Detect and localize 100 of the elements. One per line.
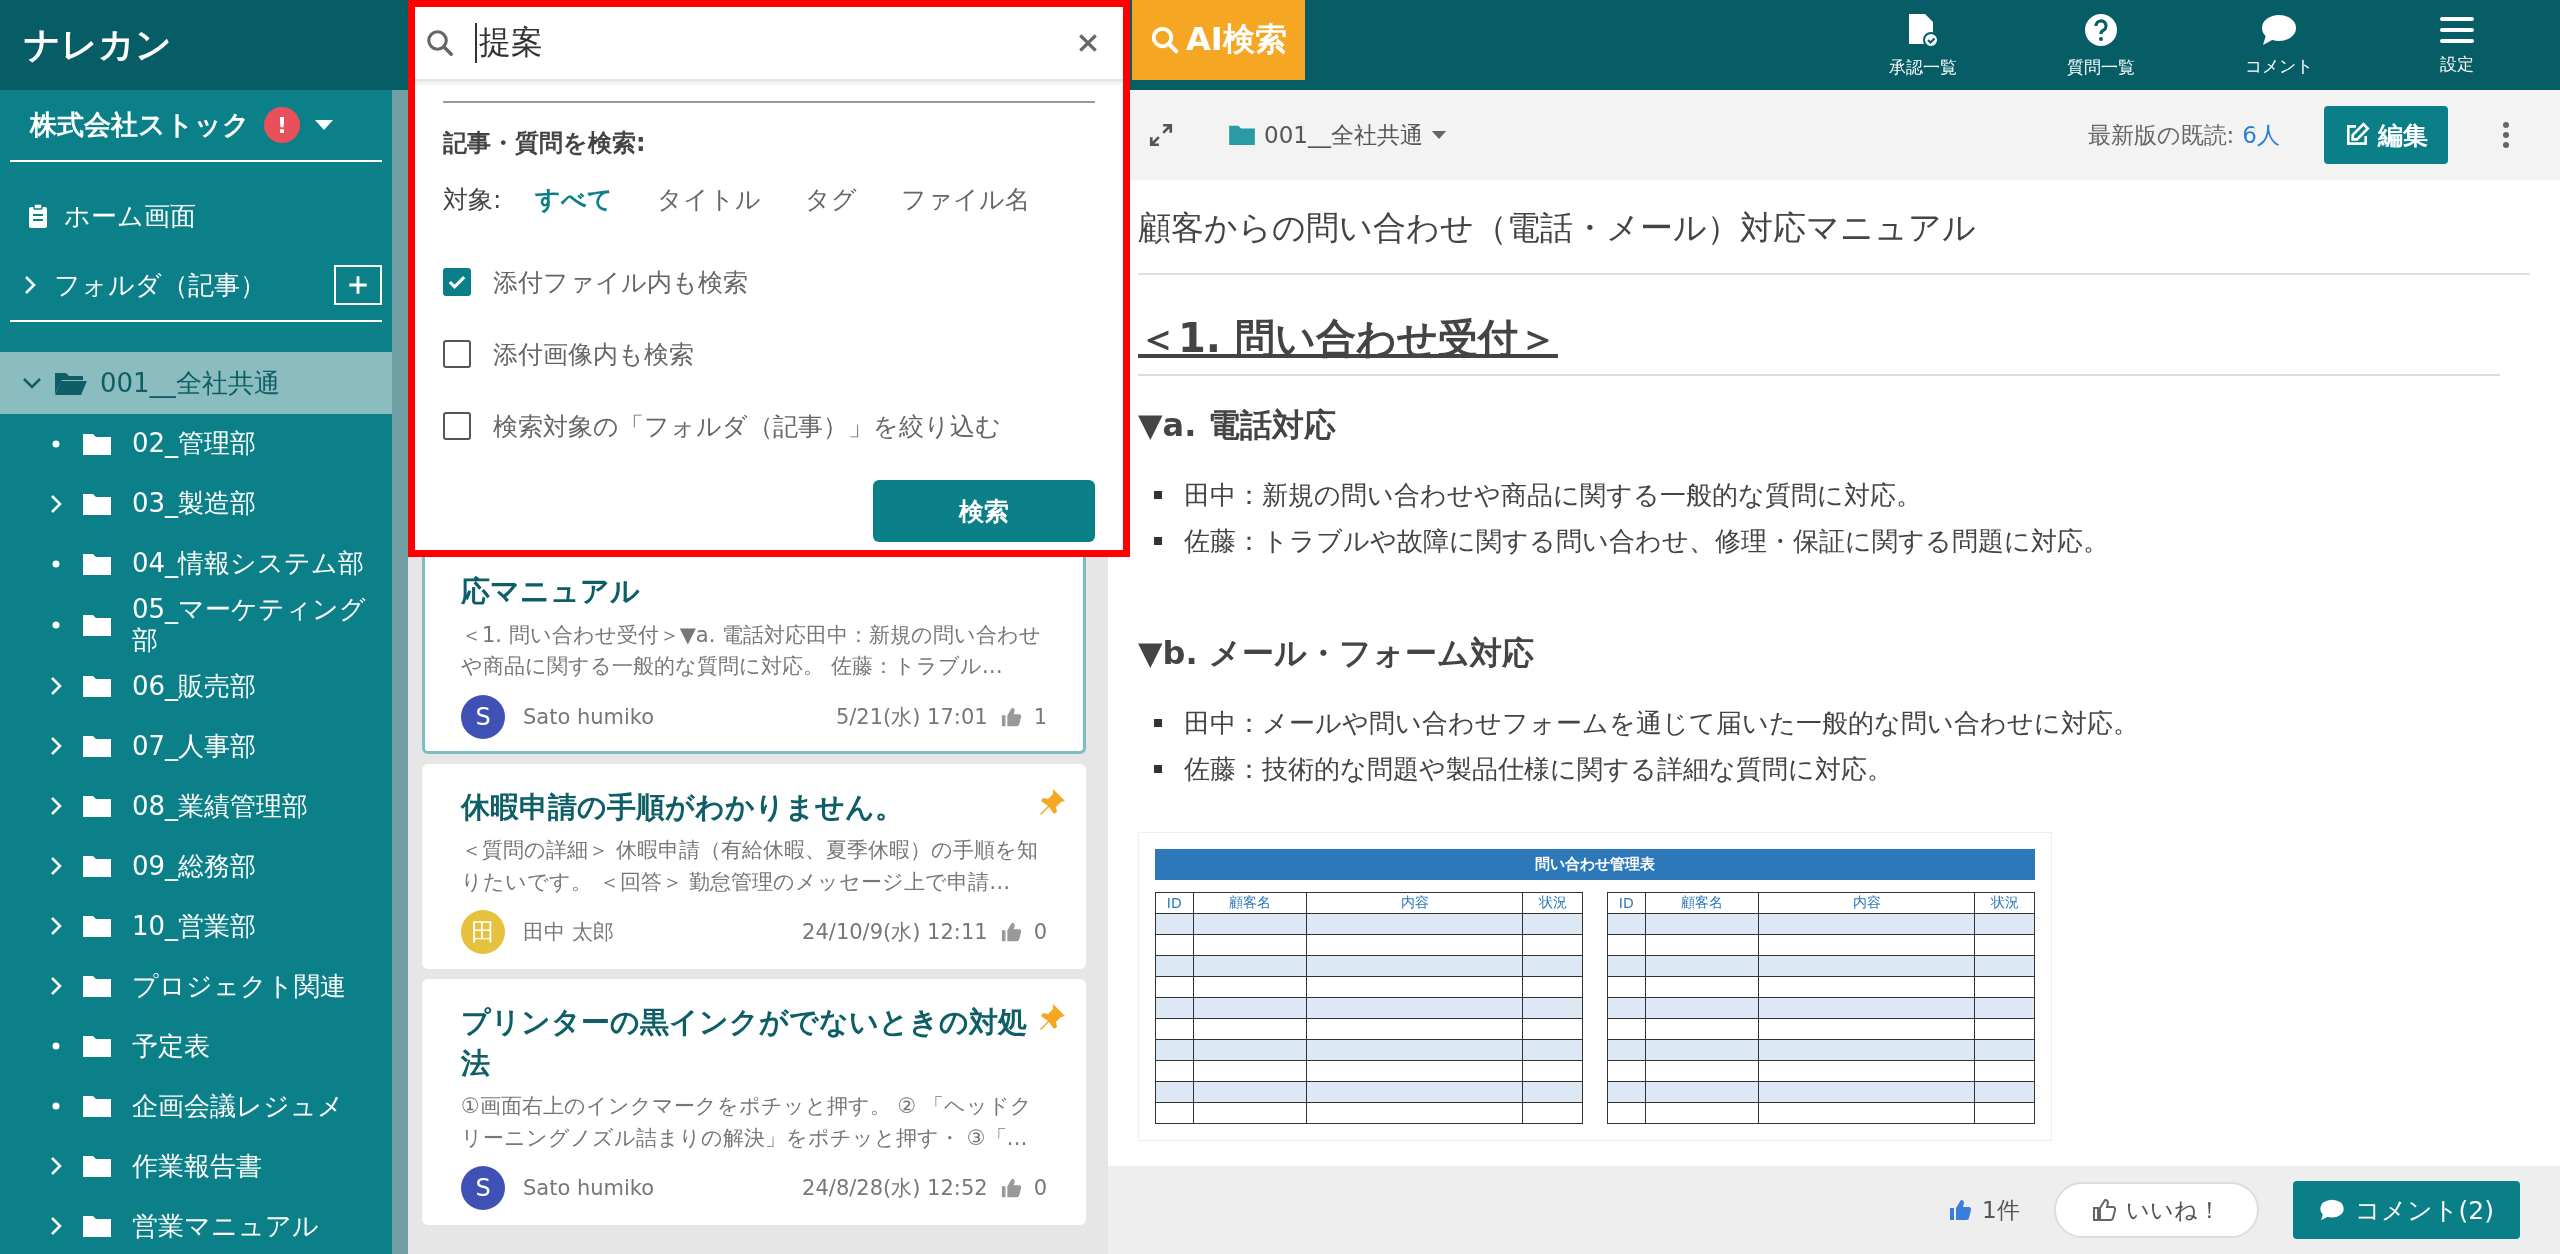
folder-icon [82, 854, 112, 879]
folder-item[interactable]: 04_情報システム部 [0, 534, 392, 594]
search-button[interactable]: 検索 [873, 480, 1095, 542]
folder-item[interactable]: 営業マニュアル [0, 1196, 392, 1254]
folder-breadcrumb[interactable]: 001__全社共通 [1228, 119, 1447, 151]
expand-icon[interactable] [1148, 122, 1174, 148]
column-header: 顧客名 [1645, 892, 1759, 914]
read-label: 最新版の既読: [2087, 120, 2235, 150]
like-button[interactable]: いいね！ [2053, 1182, 2259, 1238]
home-link[interactable]: ホーム画面 [64, 198, 196, 234]
chevron-icon[interactable] [50, 1216, 62, 1237]
folder-item[interactable]: 企画会議レジュメ [0, 1076, 392, 1137]
folder-section-label[interactable]: フォルダ（記事） [54, 267, 316, 303]
article-card[interactable]: 休暇申請の手順がわかりません。 ＜質問の詳細＞ 休暇申請（有給休暇、夏季休暇）の手順を知りたいです。 ＜回答＞ 勤怠管理のメッセージ上で申請… 田 田中 太郎 24/10/9(水) 12:11 0 [422, 763, 1086, 970]
chevron-icon[interactable] [50, 976, 62, 997]
article-title: 応マニュアル [461, 573, 640, 610]
folder-item[interactable]: 10_営業部 [0, 896, 392, 957]
edit-button[interactable]: 編集 [2324, 106, 2448, 164]
target-tab[interactable]: タグ [805, 183, 858, 216]
folder-item[interactable]: 06_販売部 [0, 656, 392, 717]
more-icon[interactable] [2502, 121, 2510, 149]
folder-item[interactable]: 05_マーケティング部 [0, 594, 392, 657]
chevron-icon[interactable] [24, 275, 36, 295]
plus-icon [347, 274, 369, 296]
author-name: 田中 太郎 [523, 919, 614, 947]
chevron-icon[interactable] [50, 736, 62, 757]
chevron-icon[interactable] [50, 494, 62, 514]
folder-item[interactable]: 07_人事部 [0, 716, 392, 777]
target-label: 対象: [443, 184, 502, 216]
list-item: 佐藤：トラブルや故障に関する問い合わせ、修理・保証に関する問題に対応。 [1184, 524, 2109, 558]
bullet-icon [1154, 491, 1162, 499]
bullet-icon [1154, 719, 1162, 727]
checkbox[interactable] [443, 412, 471, 440]
article-card[interactable]: プリンターの黒インクがでないときの対処法 ①画面右上のインクマークをポチッと押す。 ② 「ヘッドクリーニングノズル詰まりの解決」をポチッと押す・ ③「… S Sato humiko 24/8/28(水) 12:52 0 [422, 979, 1086, 1226]
column-header: 内容 [1306, 892, 1523, 914]
checkbox[interactable] [443, 340, 471, 368]
folder-item[interactable]: 08_業績管理部 [0, 776, 392, 837]
nav-button[interactable]: コメント [2204, 12, 2354, 78]
folder-item[interactable]: 02_管理部 [0, 414, 392, 474]
app-logo[interactable]: ナレカン [24, 23, 172, 65]
folder-item[interactable]: 作業報告書 [0, 1136, 392, 1197]
thumbs-up-icon [999, 1177, 1022, 1200]
caret-icon [1430, 130, 1447, 140]
folder-icon [82, 1154, 112, 1179]
folder-item[interactable]: 03_製造部 [0, 474, 392, 534]
read-count-link[interactable]: 6人 [2242, 119, 2280, 151]
column-header: ID [1155, 892, 1193, 914]
like-count: 0 [1033, 1176, 1047, 1201]
folder-icon [82, 613, 112, 638]
chevron-icon[interactable] [50, 1156, 62, 1177]
list-item: 田中：メールや問い合わせフォームを通じて届いた一般的な問い合わせに対応。 [1184, 706, 2139, 740]
folder-item[interactable]: 09_総務部 [0, 836, 392, 897]
folder-item[interactable]: 予定表 [0, 1016, 392, 1077]
subsection-heading: ▼b. メール・フォーム対応 [1138, 633, 1535, 674]
like-count: 0 [1033, 920, 1047, 945]
option-label: 添付ファイル内も検索 [493, 266, 748, 299]
article-title: 休暇申請の手順がわかりません。 [461, 788, 904, 826]
post-date: 5/21(水) 17:01 [835, 703, 988, 731]
search-heading: 記事・質問を検索: [443, 128, 647, 159]
option-label: 添付画像内も検索 [493, 338, 694, 371]
option-label: 検索対象の「フォルダ（記事）」を絞り込む [493, 410, 1001, 443]
nav-button[interactable]: 承認一覧 [1848, 11, 1998, 79]
document-check-icon [1907, 11, 1939, 48]
section-heading: ＜1. 問い合わせ受付＞ [1138, 275, 2500, 376]
article-excerpt: ＜質問の詳細＞ 休暇申請（有給休暇、夏季休暇）の手順を知りたいです。 ＜回答＞ 勤怠管理のメッセージ上で申請… [461, 837, 1039, 896]
folder-icon [82, 974, 112, 999]
avatar: S [461, 1166, 505, 1211]
thumbs-up-icon [999, 921, 1022, 944]
avatar: 田 [461, 910, 505, 955]
folder-icon [82, 794, 112, 819]
chevron-icon[interactable] [50, 796, 62, 817]
alert-badge: ! [264, 107, 300, 143]
thumbs-up-icon [1947, 1198, 1972, 1222]
company-name[interactable]: 株式会社ストック [30, 107, 250, 143]
close-icon[interactable] [1077, 32, 1099, 54]
nav-button[interactable]: 設定 [2382, 14, 2532, 76]
chevron-icon[interactable] [50, 856, 62, 877]
caret-icon[interactable] [314, 119, 334, 131]
checkbox[interactable] [443, 268, 471, 296]
avatar: S [461, 694, 505, 739]
post-date: 24/8/28(水) 12:52 [802, 1175, 988, 1203]
add-folder-button[interactable] [334, 265, 382, 305]
bullet-icon [1154, 537, 1162, 545]
column-header: 内容 [1758, 892, 1975, 914]
target-tab[interactable]: すべて [535, 183, 614, 216]
target-tab[interactable]: タイトル [657, 183, 762, 216]
folder-item[interactable]: 001__全社共通 [0, 352, 392, 414]
comment-button[interactable]: コメント(2) [2292, 1181, 2520, 1239]
target-tab[interactable]: ファイル名 [901, 183, 1031, 216]
folder-icon [82, 552, 112, 576]
folder-icon [82, 674, 112, 699]
chevron-icon[interactable] [22, 376, 42, 390]
thumbs-up-icon [2091, 1198, 2116, 1222]
chevron-icon[interactable] [50, 916, 62, 937]
folder-item[interactable]: プロジェクト関連 [0, 956, 392, 1017]
nav-button[interactable]: 質問一覧 [2026, 11, 2176, 79]
chevron-icon[interactable] [50, 676, 62, 697]
subsection-heading: ▼a. 電話対応 [1138, 405, 1337, 446]
search-icon [425, 28, 455, 58]
column-header: 状況 [1974, 892, 2035, 914]
